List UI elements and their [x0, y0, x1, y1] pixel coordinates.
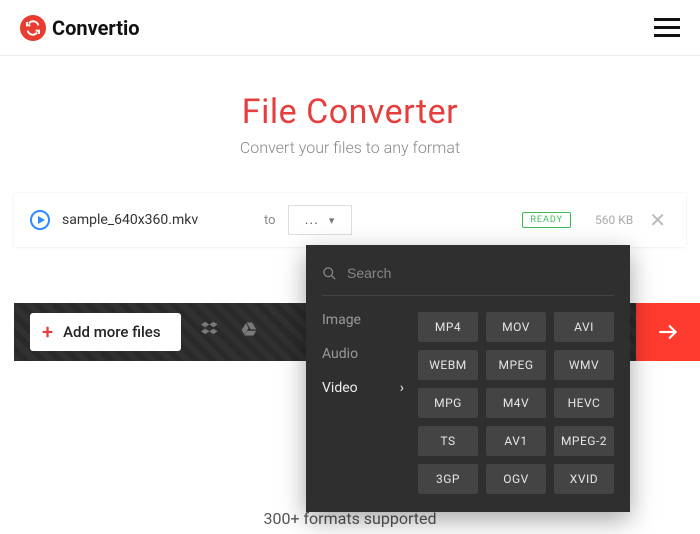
format-select-value: ... — [305, 212, 319, 228]
format-option[interactable]: TS — [418, 426, 478, 456]
file-row: sample_640x360.mkv to ... ▾ READY 560 KB… — [14, 193, 686, 247]
dropdown-search — [322, 261, 614, 296]
format-dropdown: Image Audio Video › MP4 MOV AVI WEBM MPE… — [306, 245, 630, 512]
format-option[interactable]: OGV — [486, 464, 546, 494]
menu-button[interactable] — [654, 18, 680, 37]
category-image[interactable]: Image — [322, 312, 404, 328]
app-header: Convertio — [0, 0, 700, 56]
add-more-label: Add more files — [63, 323, 160, 341]
format-grid: MP4 MOV AVI WEBM MPEG WMV MPG M4V HEVC T… — [418, 312, 614, 494]
format-option[interactable]: MPEG-2 — [554, 426, 614, 456]
status-badge: READY — [522, 212, 571, 228]
logo-mark-icon — [20, 15, 46, 41]
format-select[interactable]: ... ▾ — [288, 205, 352, 235]
format-option[interactable]: HEVC — [554, 388, 614, 418]
format-option[interactable]: AVI — [554, 312, 614, 342]
format-option[interactable]: M4V — [486, 388, 546, 418]
dropbox-icon[interactable] — [199, 319, 221, 345]
logo[interactable]: Convertio — [20, 15, 140, 41]
format-option[interactable]: MPEG — [486, 350, 546, 380]
plus-icon: + — [42, 322, 53, 342]
format-option[interactable]: AV1 — [486, 426, 546, 456]
page-title: File Converter — [0, 92, 700, 132]
category-audio[interactable]: Audio — [322, 346, 404, 362]
format-option[interactable]: WMV — [554, 350, 614, 380]
video-file-icon — [30, 210, 50, 230]
format-option[interactable]: MP4 — [418, 312, 478, 342]
to-label: to — [264, 213, 276, 228]
google-drive-icon[interactable] — [239, 319, 261, 345]
file-size: 560 KB — [595, 213, 633, 227]
add-more-files-button[interactable]: + Add more files — [30, 313, 181, 351]
hero: File Converter Convert your files to any… — [0, 92, 700, 157]
chevron-right-icon: › — [400, 380, 404, 396]
page-subtitle: Convert your files to any format — [0, 138, 700, 157]
chevron-down-icon: ▾ — [329, 214, 335, 227]
category-list: Image Audio Video › — [322, 312, 404, 494]
file-name: sample_640x360.mkv — [62, 212, 242, 228]
convert-button[interactable] — [636, 303, 700, 361]
format-search-input[interactable] — [347, 265, 614, 281]
format-option[interactable]: XVID — [554, 464, 614, 494]
brand-name: Convertio — [52, 16, 140, 40]
format-option[interactable]: MOV — [486, 312, 546, 342]
category-video[interactable]: Video › — [322, 380, 404, 396]
remove-file-button[interactable]: ✕ — [645, 208, 670, 232]
format-option[interactable]: 3GP — [418, 464, 478, 494]
format-option[interactable]: WEBM — [418, 350, 478, 380]
search-icon — [322, 266, 337, 281]
format-option[interactable]: MPG — [418, 388, 478, 418]
